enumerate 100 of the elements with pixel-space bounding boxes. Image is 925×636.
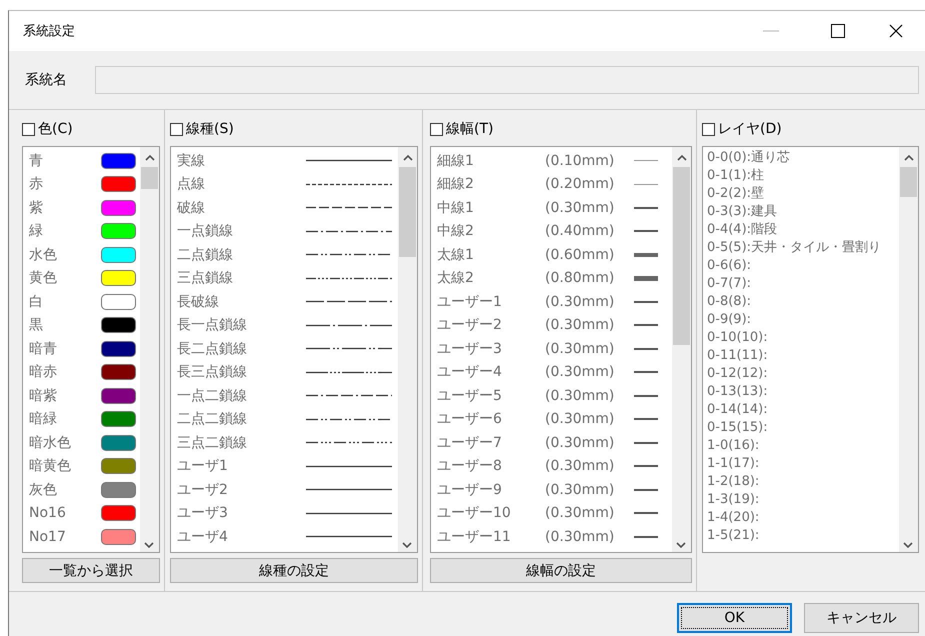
linetype-name: ユーザ3	[177, 504, 229, 522]
layer-item[interactable]: 0-11(11):	[707, 347, 899, 365]
scrollbar[interactable]	[672, 147, 691, 552]
layer-item[interactable]: 0-10(10):	[707, 329, 899, 347]
scroll-down-icon[interactable]	[401, 540, 413, 550]
linewidth-label: 線幅(T)	[446, 120, 494, 138]
checkbox[interactable]	[702, 122, 715, 136]
scroll-up-icon[interactable]	[676, 153, 688, 163]
color-name: 青	[29, 152, 44, 170]
linewidth-name: ユーザー4	[437, 363, 503, 382]
linewidth-value: (0.30mm)	[545, 482, 616, 498]
line-sample	[634, 512, 658, 514]
linetype-name: 一点二鎖線	[177, 386, 248, 405]
layer-list[interactable]	[702, 146, 919, 553]
linewidth-value: (0.30mm)	[545, 294, 616, 310]
checkbox[interactable]	[170, 122, 183, 136]
linetype-name: 点線	[177, 175, 206, 194]
scroll-down-icon[interactable]	[902, 540, 914, 550]
layer-item[interactable]: 0-9(9):	[707, 311, 899, 329]
window-title: 系統設定	[23, 23, 76, 40]
linewidth-name: 太線1	[437, 246, 475, 264]
linewidth-name: ユーザー3	[437, 340, 503, 358]
linewidth-name: ユーザー10	[437, 504, 512, 522]
maximize-icon[interactable]	[831, 24, 845, 38]
scroll-thumb[interactable]	[141, 167, 158, 189]
ok-button[interactable]: OK	[677, 603, 792, 633]
linewidth-value: (0.30mm)	[545, 411, 616, 428]
linewidth-name: ユーザー2	[437, 316, 503, 334]
scroll-thumb[interactable]	[900, 167, 917, 197]
linetype-list[interactable]: 実線 点線 破線 一点鎖線 二点鎖線 三点鎖線 長破線 長一点鎖線 長二点鎖線 長三点鎖線 一点二鎖線 二点二鎖線 三点二鎖線 ユーザ1 ユーザ2 ユーザ3 ユーザ4	[170, 146, 418, 553]
line-sample	[634, 536, 658, 538]
scroll-up-icon[interactable]	[402, 153, 414, 163]
linewidth-settings-button[interactable]: 線幅の設定	[430, 558, 692, 583]
linetype-name: 二点鎖線	[177, 246, 234, 264]
layer-item[interactable]: 0-2(2):壁	[707, 185, 899, 203]
scrollbar[interactable]	[140, 147, 159, 552]
line-sample	[634, 418, 658, 420]
layer-item[interactable]: 0-8(8):	[707, 293, 899, 311]
layer-item[interactable]: 0-12(12):	[707, 365, 899, 383]
color-name: 水色	[29, 246, 58, 264]
line-sample	[634, 394, 658, 397]
checkbox[interactable]	[430, 122, 443, 136]
layer-item[interactable]: 1-1(17):	[707, 455, 899, 473]
line-sample	[634, 488, 658, 491]
layer-item[interactable]: 0-5(5):天井・タイル・畳割り	[707, 239, 899, 257]
close-icon[interactable]	[889, 24, 903, 38]
scroll-down-icon[interactable]	[675, 540, 687, 550]
line-sample	[634, 184, 658, 185]
layer-item[interactable]: 0-6(6):	[707, 257, 899, 275]
layer-item[interactable]: 1-5(21):	[707, 527, 899, 545]
linewidth-list[interactable]	[430, 146, 692, 553]
linewidth-name: ユーザー11	[437, 528, 512, 546]
scroll-up-icon[interactable]	[144, 153, 156, 163]
layer-item[interactable]: 1-4(20):	[707, 509, 899, 527]
layer-item[interactable]: 0-7(7):	[707, 275, 899, 293]
scroll-down-icon[interactable]	[143, 540, 155, 550]
linetype-name: ユーザ1	[177, 457, 229, 476]
linetype-name: 一点鎖線	[177, 222, 234, 240]
layer-item[interactable]: 1-3(19):	[707, 491, 899, 509]
linewidth-value: (0.30mm)	[545, 505, 616, 522]
color-name: 白	[29, 292, 44, 311]
linetype-settings-button[interactable]: 線種の設定	[170, 558, 418, 583]
cancel-button[interactable]: キャンセル	[804, 603, 919, 633]
line-sample	[634, 442, 658, 444]
layer-item[interactable]: 0-4(4):階段	[707, 221, 899, 239]
layer-item[interactable]: 0-3(3):建具	[707, 203, 899, 221]
linewidth-name: 中線1	[437, 198, 475, 217]
layer-item[interactable]: 0-14(14):	[707, 401, 899, 419]
layer-item[interactable]: 0-13(13):	[707, 383, 899, 401]
scrollbar[interactable]	[899, 147, 918, 552]
scroll-thumb[interactable]	[673, 167, 690, 345]
checkbox[interactable]	[22, 122, 35, 136]
color-name: 暗紫	[29, 386, 58, 405]
line-sample	[634, 465, 658, 468]
scrollbar[interactable]	[398, 147, 417, 552]
linetype-name: 実線	[177, 152, 206, 170]
color-name: 灰色	[29, 480, 58, 499]
linewidth-value: (0.30mm)	[545, 317, 616, 334]
line-sample	[634, 348, 658, 350]
layer-item[interactable]: 0-0(0):通り芯	[707, 149, 899, 167]
layer-item[interactable]: 1-0(16):	[707, 437, 899, 455]
layer-item[interactable]: 0-1(1):柱	[707, 167, 899, 185]
linewidth-name: ユーザー9	[437, 480, 503, 499]
linewidth-value: (0.30mm)	[545, 528, 616, 545]
name-label: 系統名	[25, 71, 68, 89]
color-name: 紫	[29, 198, 44, 217]
layer-item[interactable]: 0-15(15):	[707, 419, 899, 437]
linetype-name: 二点二鎖線	[177, 410, 248, 428]
scroll-thumb[interactable]	[399, 167, 416, 257]
linewidth-value: (0.40mm)	[545, 223, 616, 240]
layer-item[interactable]: 1-2(18):	[707, 473, 899, 491]
color-name: 緑	[29, 222, 44, 240]
color-list[interactable]: 青 赤 紫 緑 水色 黄色 白 黒 暗青 暗赤 暗紫 暗緑 暗水色 暗黄色 灰色 No16 No17	[22, 146, 160, 553]
linewidth-name: ユーザー1	[437, 292, 503, 311]
linetype-name: ユーザ2	[177, 480, 229, 499]
scroll-up-icon[interactable]	[902, 153, 914, 163]
select-from-list-button[interactable]: 一覧から選択	[22, 558, 160, 583]
linewidth-name: ユーザー8	[437, 457, 503, 476]
linetype-name: 破線	[177, 198, 206, 217]
linetype-name: 長三点鎖線	[177, 363, 248, 382]
